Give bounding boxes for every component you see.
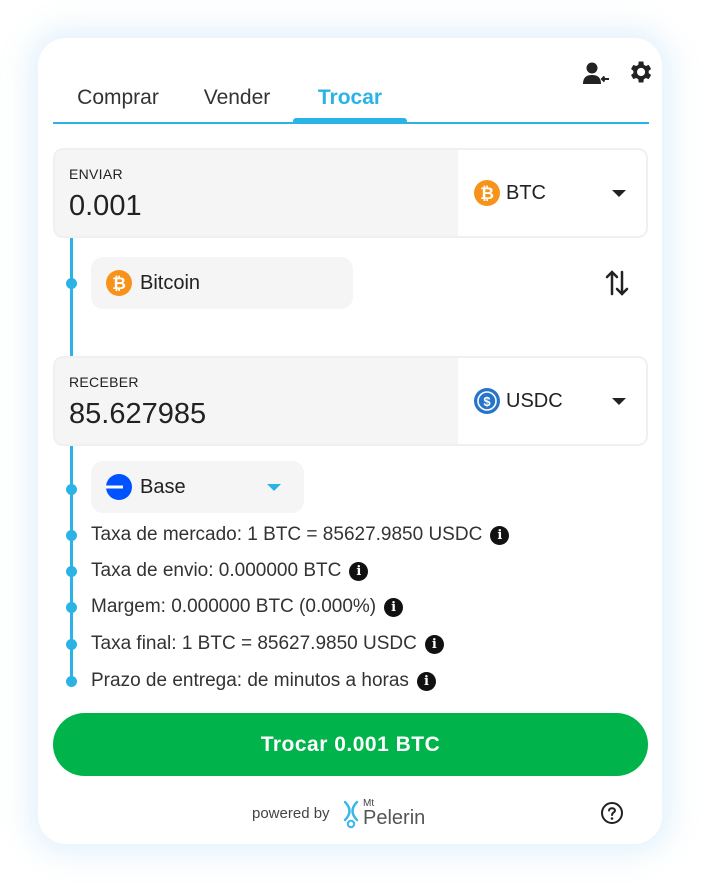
svg-text:₿: ₿ xyxy=(112,274,126,293)
powered-by-label: powered by xyxy=(252,805,330,822)
info-icon[interactable]: i xyxy=(490,525,510,545)
tab-trocar[interactable]: Trocar xyxy=(311,84,389,112)
send-network-select[interactable]: ₿ Bitcoin xyxy=(91,257,353,309)
receive-network-label: Base xyxy=(140,476,186,498)
flow-dot xyxy=(66,676,77,687)
receive-network-select[interactable]: Base xyxy=(91,461,304,513)
svg-text:$: $ xyxy=(483,394,491,409)
final-rate-text: Taxa final: 1 BTC = 85627.9850 USDC xyxy=(91,633,417,654)
gear-icon[interactable] xyxy=(626,58,654,86)
flow-dot xyxy=(66,639,77,650)
send-network-label: Bitcoin xyxy=(140,272,201,294)
flow-dot xyxy=(66,602,77,613)
info-icon[interactable]: i xyxy=(416,671,436,691)
flow-line xyxy=(70,238,73,356)
user-switch-icon[interactable] xyxy=(582,60,610,88)
send-amount-row: ENVIAR 0.001 ₿ BTC xyxy=(53,148,648,238)
margin-line: Margem: 0.000000 BTC (0.000%) i xyxy=(91,594,404,620)
receive-currency-code: USDC xyxy=(506,390,563,412)
send-fee-line: Taxa de envio: 0.000000 BTC i xyxy=(91,558,369,584)
bitcoin-icon: ₿ xyxy=(106,270,132,296)
swap-submit-button[interactable]: Trocar 0.001 BTC xyxy=(53,713,648,776)
chevron-down-icon xyxy=(612,398,626,405)
market-rate-line: Taxa de mercado: 1 BTC = 85627.9850 USDC… xyxy=(91,522,510,548)
send-amount-input[interactable]: 0.001 xyxy=(69,190,142,223)
send-currency-code: BTC xyxy=(506,182,546,204)
chevron-down-icon xyxy=(267,484,281,491)
receive-amount-row: RECEBER 85.627985 $ USDC xyxy=(53,356,648,446)
receive-amount-value: 85.627985 xyxy=(69,398,207,430)
final-rate-line: Taxa final: 1 BTC = 85627.9850 USDC i xyxy=(91,631,444,657)
chevron-down-icon xyxy=(612,190,626,197)
flow-dot xyxy=(66,278,77,289)
swap-direction-icon[interactable] xyxy=(604,268,630,298)
send-currency-select[interactable]: ₿ BTC xyxy=(458,150,646,236)
tab-comprar[interactable]: Comprar xyxy=(73,84,163,112)
svg-text:₿: ₿ xyxy=(480,184,494,203)
flow-dot xyxy=(66,530,77,541)
info-icon[interactable]: i xyxy=(349,561,369,581)
send-label: ENVIAR xyxy=(69,166,123,182)
swap-widget-card: Comprar Vender Trocar ENVIAR 0.001 ₿ BTC… xyxy=(38,38,662,844)
market-rate-text: Taxa de mercado: 1 BTC = 85627.9850 USDC xyxy=(91,524,483,545)
tab-bar: Comprar Vender Trocar xyxy=(53,38,649,124)
active-tab-indicator xyxy=(293,118,407,124)
bitcoin-icon: ₿ xyxy=(474,180,500,206)
base-network-icon xyxy=(106,474,132,500)
delivery-time-line: Prazo de entrega: de minutos a horas i xyxy=(91,668,436,694)
tab-vender[interactable]: Vender xyxy=(198,84,276,112)
info-icon[interactable]: i xyxy=(384,597,404,617)
delivery-time-text: Prazo de entrega: de minutos a horas xyxy=(91,670,409,691)
flow-dot xyxy=(66,566,77,577)
send-fee-text: Taxa de envio: 0.000000 BTC xyxy=(91,560,342,581)
brand-pelerin-text: Pelerin xyxy=(363,807,426,829)
margin-text: Margem: 0.000000 BTC (0.000%) xyxy=(91,596,377,617)
info-icon[interactable]: i xyxy=(424,634,444,654)
help-icon[interactable] xyxy=(600,801,624,825)
flow-dot xyxy=(66,484,77,495)
receive-currency-select[interactable]: $ USDC xyxy=(458,358,646,444)
usdc-icon: $ xyxy=(474,388,500,414)
receive-label: RECEBER xyxy=(69,374,139,390)
